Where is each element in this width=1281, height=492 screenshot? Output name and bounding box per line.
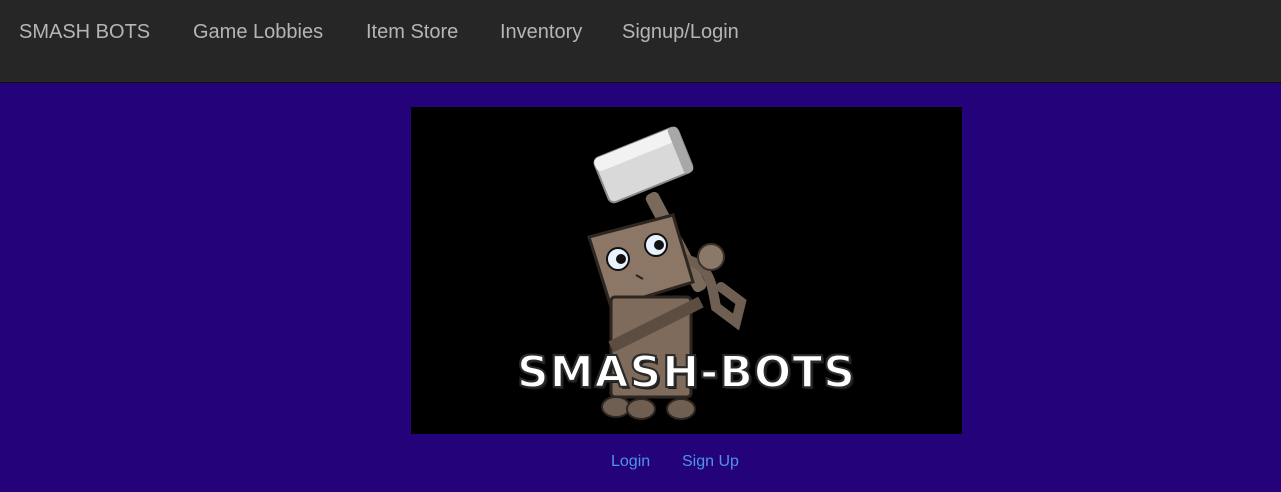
top-navbar: SMASH BOTS Game Lobbies Item Store Inven… bbox=[0, 0, 1281, 83]
login-link[interactable]: Login bbox=[611, 453, 650, 471]
robot-foot bbox=[626, 398, 656, 420]
nav-item-item-store[interactable]: Item Store bbox=[366, 21, 458, 44]
robot-foot bbox=[601, 396, 631, 418]
robot-foot bbox=[666, 398, 696, 420]
nav-item-game-lobbies[interactable]: Game Lobbies bbox=[193, 21, 323, 44]
robot-head bbox=[587, 213, 695, 309]
main-content: SMASH-BOTS Login Sign Up bbox=[0, 83, 1281, 492]
nav-item-signup-login[interactable]: Signup/Login bbox=[622, 21, 739, 44]
signup-link[interactable]: Sign Up bbox=[682, 453, 739, 471]
brand-link[interactable]: SMASH BOTS bbox=[19, 21, 150, 44]
nav-item-inventory[interactable]: Inventory bbox=[500, 21, 582, 44]
hero-banner: SMASH-BOTS bbox=[411, 107, 962, 434]
robot-hand bbox=[697, 243, 725, 271]
hero-logo-text: SMASH-BOTS bbox=[516, 346, 856, 399]
hammer-head bbox=[593, 126, 694, 204]
